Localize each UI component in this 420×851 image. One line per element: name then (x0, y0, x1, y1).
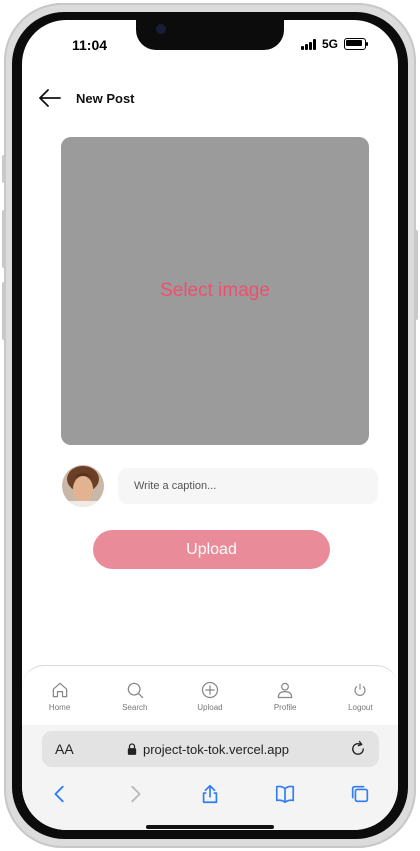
image-picker[interactable]: Select image (61, 137, 369, 445)
tab-label: Logout (348, 703, 373, 712)
battery-icon (344, 38, 368, 50)
header: New Post (38, 86, 135, 110)
power-icon (354, 683, 366, 696)
safari-toolbar (22, 779, 398, 809)
status-indicators: 5G (300, 37, 368, 51)
text-size-button[interactable]: AA (55, 741, 74, 757)
phone-screen: 11:04 5G New Post Select image Upload (22, 20, 398, 830)
plus-circle-icon (201, 681, 219, 699)
forward-chevron-icon[interactable] (124, 783, 146, 805)
tab-home[interactable]: Home (30, 680, 90, 712)
tab-label: Profile (273, 703, 297, 712)
volume-up-button (2, 210, 6, 268)
caption-row (62, 465, 378, 507)
avatar (62, 465, 104, 507)
user-icon (277, 682, 293, 699)
page-title: New Post (76, 90, 135, 106)
power-button (414, 230, 418, 320)
search-icon (127, 682, 143, 699)
safari-browser-bar: AA project-tok-tok.vercel.app (22, 725, 398, 830)
tabs-icon[interactable] (349, 783, 371, 805)
tab-label: Home (48, 703, 71, 712)
camera-icon (156, 24, 166, 34)
mute-switch (2, 155, 6, 183)
lock-icon (127, 743, 137, 755)
tab-search[interactable]: Search (105, 680, 165, 712)
back-chevron-icon[interactable] (49, 783, 71, 805)
url-display: project-tok-tok.vercel.app (127, 742, 289, 757)
home-indicator (146, 825, 274, 829)
notch (136, 20, 284, 50)
reload-icon[interactable] (349, 740, 367, 758)
share-icon[interactable] (199, 783, 221, 805)
volume-down-button (2, 282, 6, 340)
bookmarks-icon[interactable] (274, 783, 296, 805)
tab-profile[interactable]: Profile (255, 680, 315, 712)
upload-button[interactable]: Upload (93, 530, 330, 569)
address-bar[interactable]: AA project-tok-tok.vercel.app (42, 731, 379, 767)
back-arrow-icon[interactable] (38, 86, 62, 110)
tab-label: Search (122, 703, 148, 712)
tab-label: Upload (197, 703, 223, 712)
tab-upload[interactable]: Upload (180, 680, 240, 712)
bottom-tab-bar: Home Search Upload Profile Logout (22, 665, 398, 726)
url-text: project-tok-tok.vercel.app (143, 741, 289, 757)
tab-logout[interactable]: Logout (330, 680, 390, 712)
status-time: 11:04 (72, 37, 108, 53)
home-icon (52, 682, 67, 698)
caption-input[interactable] (118, 468, 378, 504)
signal-icon (300, 38, 316, 50)
network-type: 5G (321, 37, 338, 51)
select-image-label: Select image (160, 280, 270, 301)
